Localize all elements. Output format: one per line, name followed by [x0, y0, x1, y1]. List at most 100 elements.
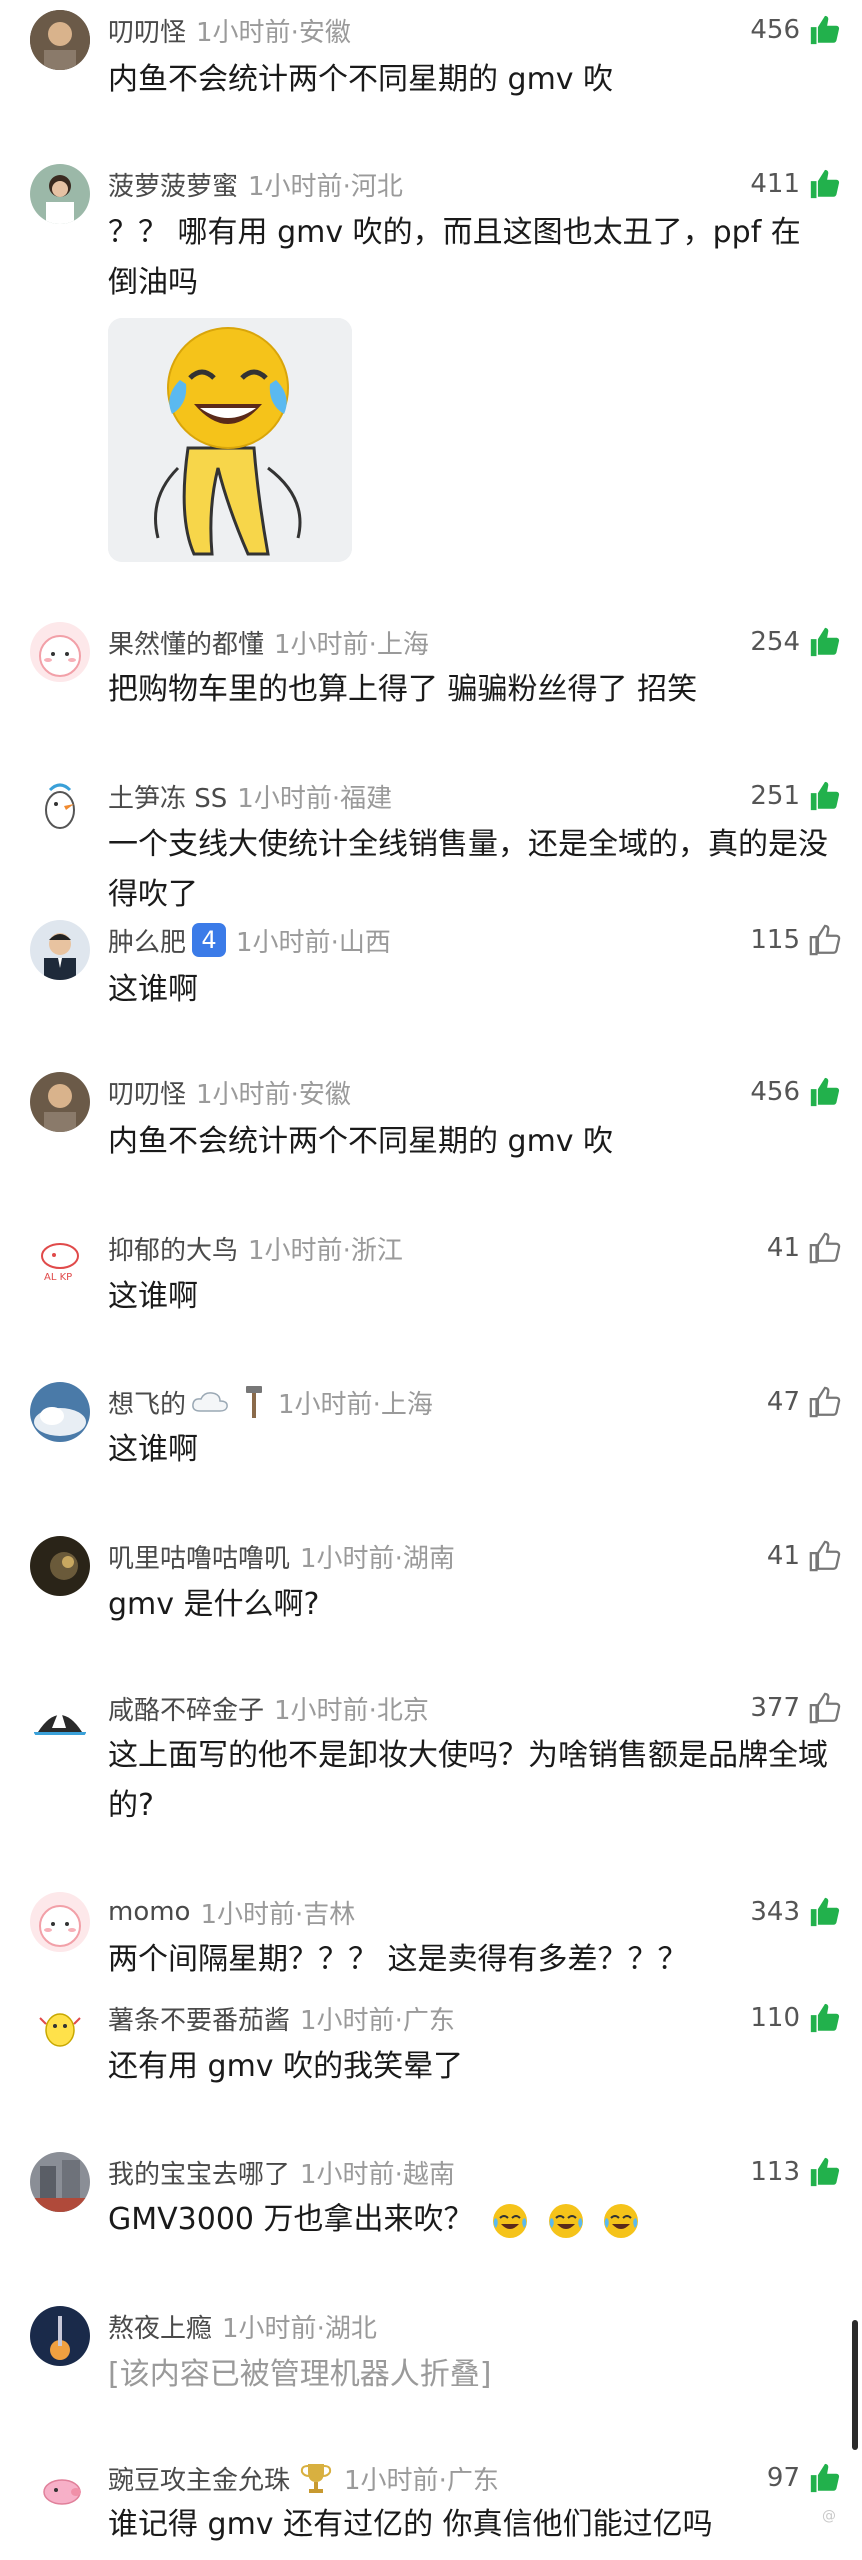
like-count: 110	[750, 2003, 800, 2033]
timestamp: 1小时前·上海	[278, 1389, 433, 1420]
thumbs-up-outline-icon	[809, 1692, 841, 1724]
username[interactable]: 抑郁的大鸟	[108, 1230, 238, 1267]
timestamp: 1小时前·湖北	[222, 2313, 377, 2344]
thumbs-up-icon	[810, 2003, 840, 2033]
username[interactable]: 叨叨怪	[108, 1074, 186, 1111]
timestamp: 1小时前·越南	[300, 2159, 455, 2190]
timestamp: 1小时前·上海	[274, 629, 429, 660]
username[interactable]: 土笋冻 SS	[108, 778, 227, 815]
comment-text: 这谁啊	[108, 1279, 198, 1314]
timestamp: 1小时前·吉林	[200, 1899, 356, 1930]
comment-text: 这上面写的他不是卸妆大使吗？为啥销售额是品牌全域的?	[108, 1738, 828, 1823]
laughing-crying-emoji-icon	[604, 2203, 639, 2238]
thumbs-up-outline-icon	[809, 924, 841, 956]
comment-meta: 菠萝菠萝蜜 1小时前·河北	[108, 164, 403, 204]
comment-text-folded[interactable]: [该内容已被管理机器人折叠]	[108, 2350, 828, 2400]
like-button[interactable]: 110	[750, 1998, 842, 2038]
like-button[interactable]: 254	[750, 622, 842, 662]
like-button[interactable]: 456	[750, 1072, 842, 1112]
like-count: 411	[750, 169, 800, 199]
username[interactable]: 豌豆攻主金允珠	[108, 2460, 290, 2497]
username[interactable]: 薯条不要番茄酱	[108, 2000, 290, 2037]
avatar[interactable]	[30, 2152, 90, 2212]
like-count: 377	[750, 1693, 800, 1723]
timestamp: 1小时前·广东	[344, 2465, 499, 2496]
like-button[interactable]: 411	[750, 164, 842, 204]
username[interactable]: 果然懂的都懂	[108, 624, 264, 661]
comment-text: 谁记得 gmv 还有过亿的 你真信他们能过亿吗	[108, 2507, 713, 2542]
comment-text: 这谁啊	[108, 972, 198, 1007]
watermark: @	[822, 2508, 836, 2524]
username[interactable]: 肿么肥	[108, 922, 186, 959]
avatar[interactable]	[30, 10, 90, 70]
thumbs-up-icon	[810, 1897, 840, 1927]
timestamp: 1小时前·广东	[300, 2005, 455, 2036]
thumbs-up-outline-icon	[809, 1540, 841, 1572]
avatar[interactable]	[30, 1688, 90, 1748]
like-count: 97	[766, 2463, 800, 2493]
avatar[interactable]	[30, 1998, 90, 2058]
comment-text-content: GMV3000 万也拿出来吹？	[108, 2202, 474, 2237]
username[interactable]: momo	[108, 1897, 190, 1927]
like-button[interactable]: 456	[750, 10, 842, 50]
comment-text: GMV3000 万也拿出来吹？	[108, 2195, 828, 2245]
username[interactable]: 咸酪不碎金子	[108, 1690, 264, 1727]
timestamp: 1小时前·福建	[237, 783, 393, 814]
avatar[interactable]	[30, 2306, 90, 2366]
username[interactable]: 叽里咕噜咕噜叽	[108, 1538, 290, 1575]
thumbs-up-icon	[810, 15, 840, 45]
comment-meta: 叽里咕噜咕噜叽 1小时前·湖南	[108, 1536, 455, 1576]
like-count: 47	[766, 1387, 800, 1417]
like-button[interactable]: 115	[750, 920, 842, 960]
like-button[interactable]: 97	[767, 2458, 842, 2498]
avatar[interactable]	[30, 1072, 90, 1132]
laughing-crying-emoji-sticker[interactable]	[108, 318, 352, 562]
comment-text: ？？ 哪有用 gmv 吹的，而且这图也太丑了，ppf 在倒油吗	[108, 215, 801, 300]
avatar[interactable]	[30, 1892, 90, 1952]
thumbs-up-outline-icon	[809, 1232, 841, 1264]
comment-meta: 果然懂的都懂 1小时前·上海	[108, 622, 429, 662]
like-count: 251	[750, 781, 800, 811]
thumbs-up-outline-icon	[809, 1386, 841, 1418]
comment-text: 内鱼不会统计两个不同星期的 gmv 吹	[108, 62, 614, 97]
comment-meta: 肿么肥 4 1小时前·山西	[108, 920, 391, 960]
cloud-icon	[192, 1392, 228, 1412]
username[interactable]: 我的宝宝去哪了	[108, 2154, 290, 2191]
like-count: 456	[750, 1077, 800, 1107]
timestamp: 1小时前·山西	[236, 927, 391, 958]
comment-meta: 我的宝宝去哪了 1小时前·越南	[108, 2152, 455, 2192]
like-button[interactable]: 41	[767, 1228, 842, 1268]
avatar[interactable]	[30, 164, 90, 224]
like-button[interactable]: 47	[767, 1382, 842, 1422]
comment-meta: 抑郁的大鸟 1小时前·浙江	[108, 1228, 403, 1268]
comment-meta: 豌豆攻主金允珠 1小时前·广东	[108, 2458, 499, 2498]
thumbs-up-icon	[810, 627, 840, 657]
like-count: 115	[750, 925, 800, 955]
like-button[interactable]: 343	[750, 1892, 842, 1932]
comment-text: 还有用 gmv 吹的我笑晕了	[108, 2049, 464, 2084]
like-button[interactable]: 251	[750, 776, 842, 816]
username[interactable]: 叨叨怪	[108, 12, 186, 49]
avatar[interactable]	[30, 1536, 90, 1596]
avatar[interactable]	[30, 1382, 90, 1442]
comment-meta: momo 1小时前·吉林	[108, 1892, 355, 1932]
avatar[interactable]	[30, 776, 90, 836]
scrollbar[interactable]	[852, 2320, 858, 2450]
username[interactable]: 菠萝菠萝蜜	[108, 166, 238, 203]
username[interactable]: 想飞的	[108, 1384, 186, 1421]
level-badge: 4	[192, 923, 227, 957]
like-button[interactable]: 377	[750, 1688, 842, 1728]
comment-meta: 熬夜上瘾 1小时前·湖北	[108, 2306, 377, 2346]
avatar[interactable]	[30, 2458, 90, 2518]
avatar[interactable]	[30, 622, 90, 682]
comment-meta: 想飞的 1小时前·上海	[108, 1382, 433, 1422]
like-button[interactable]: 41	[767, 1536, 842, 1576]
comment-text: 两个间隔星期？？？ 这是卖得有多差？？？	[108, 1942, 688, 1977]
avatar[interactable]	[30, 920, 90, 980]
like-button[interactable]: 113	[750, 2152, 842, 2192]
like-count: 343	[750, 1897, 800, 1927]
avatar[interactable]: AL KP	[30, 1228, 90, 1288]
thumbs-up-icon	[810, 169, 840, 199]
username[interactable]: 熬夜上瘾	[108, 2308, 212, 2345]
comment-text: 一个支线大使统计全线销售量，还是全域的，真的是没得吹了	[108, 827, 828, 912]
